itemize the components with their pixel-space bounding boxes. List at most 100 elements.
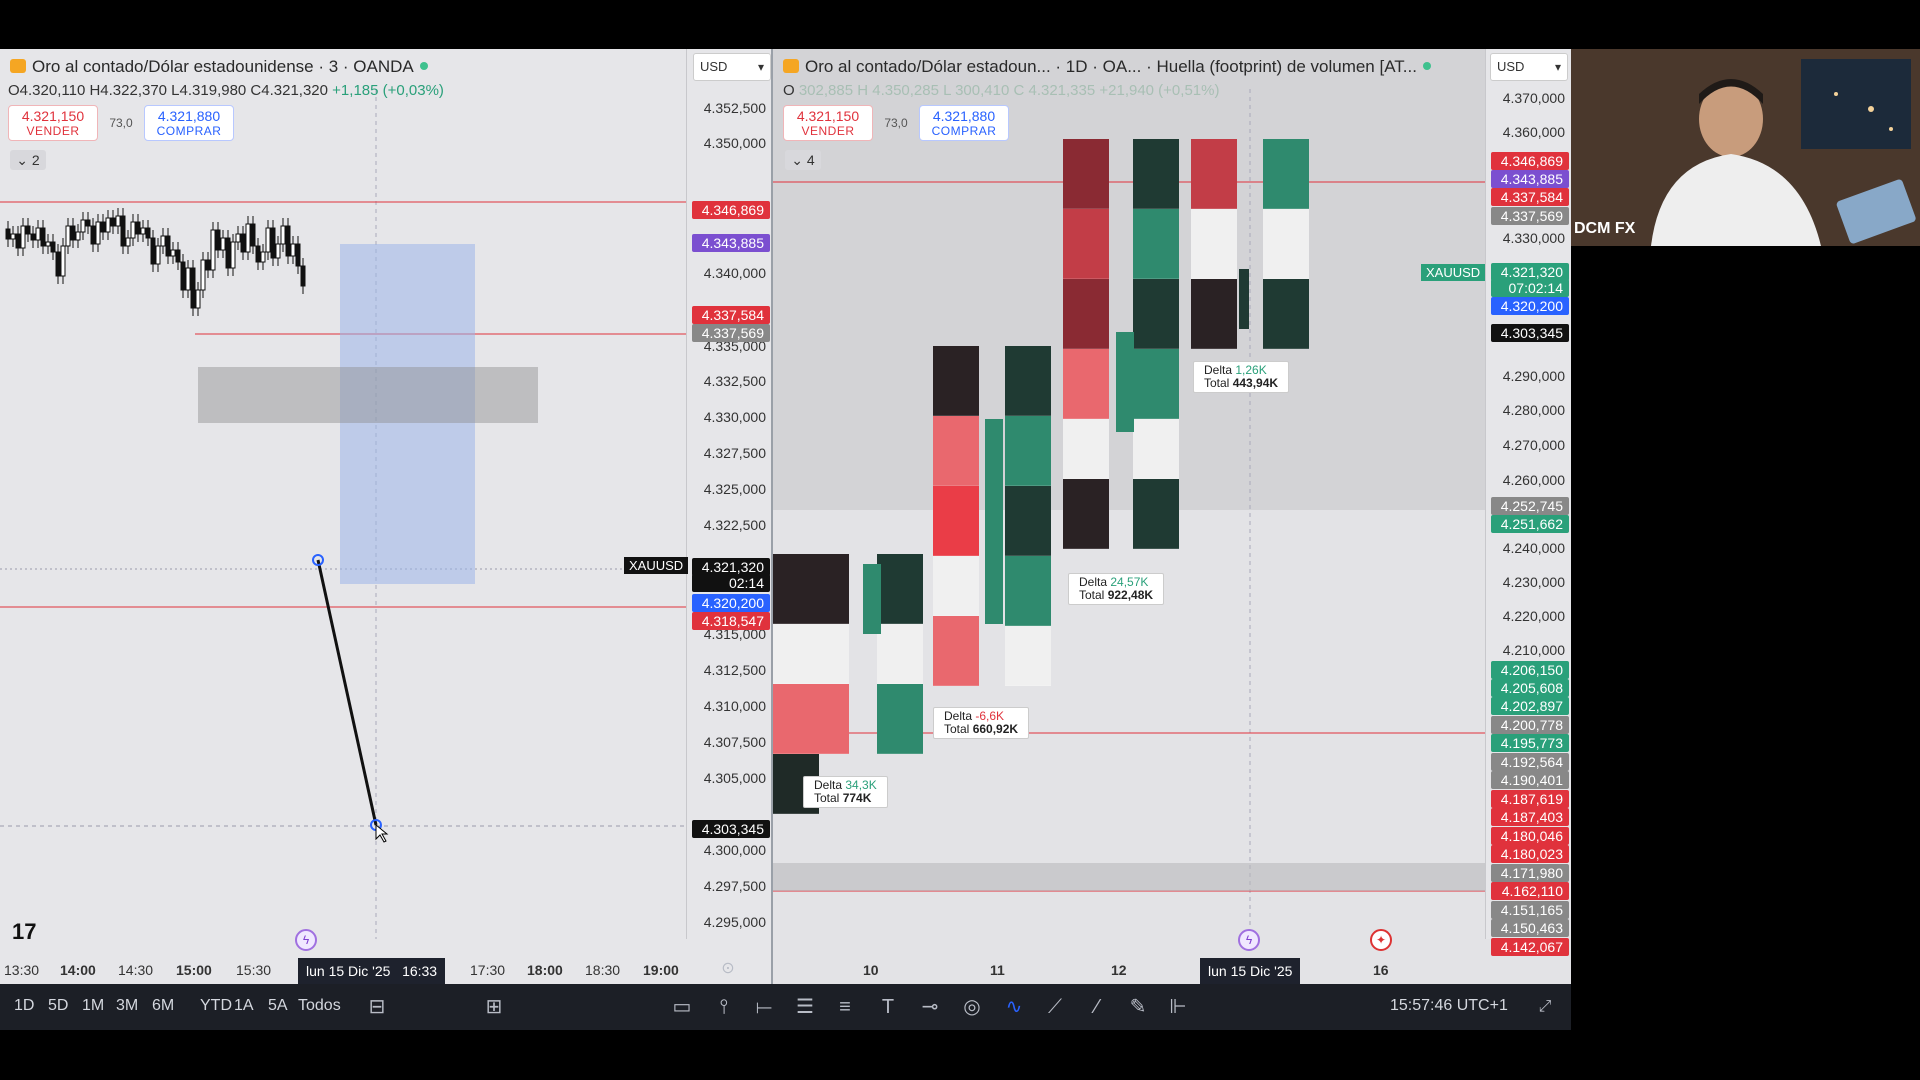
right-sell-button[interactable]: 4.321,150 VENDER xyxy=(783,105,873,141)
candle-body xyxy=(100,221,106,233)
left-indicators-collapse[interactable]: ⌄ 2 xyxy=(10,150,46,170)
left-buy-button[interactable]: 4.321,880 COMPRAR xyxy=(144,105,234,141)
candle-body xyxy=(140,227,146,235)
range-button-todos[interactable]: Todos xyxy=(298,997,341,1015)
footprint-cell xyxy=(1133,139,1179,209)
fullscreen-icon[interactable]: ⤢ xyxy=(1533,996,1557,1020)
range-button-5d[interactable]: 5D xyxy=(48,997,68,1015)
footprint-cell xyxy=(1063,419,1109,479)
footprint-candle-body xyxy=(1116,332,1134,432)
parallel-channel-icon[interactable]: ☰ xyxy=(793,996,817,1020)
right-indicators-collapse[interactable]: ⌄ 4 xyxy=(785,150,821,170)
candle-body xyxy=(255,245,261,263)
target-icon[interactable]: ◎ xyxy=(960,996,984,1020)
left-price-tag: 4.346,869 xyxy=(692,201,770,219)
right-y-tick: 4.370,000 xyxy=(1502,90,1565,106)
cursor-line-icon[interactable]: ⫯ xyxy=(712,996,736,1020)
footprint-cell xyxy=(1063,279,1109,349)
right-time-axis[interactable]: lun 15 Dic '25 10 11 12 16 xyxy=(773,958,1571,984)
left-price-chart[interactable] xyxy=(0,49,686,939)
left-event-flash-icon[interactable]: ϟ xyxy=(295,929,317,951)
range-button-1d[interactable]: 1D xyxy=(14,997,34,1015)
right-y-tick: 4.280,000 xyxy=(1502,402,1565,418)
horizontal-line-icon[interactable]: ⟝ xyxy=(752,996,776,1020)
candle-body xyxy=(40,227,46,247)
footprint-cell xyxy=(1133,479,1179,549)
right-price-tag: 4.206,150 xyxy=(1491,661,1569,679)
left-price-tag: 4.337,584 xyxy=(692,306,770,324)
candle-body xyxy=(80,219,86,233)
left-y-tick: 4.307,500 xyxy=(703,734,766,750)
left-spread: 73,0 xyxy=(109,116,133,130)
candle-body xyxy=(250,223,256,247)
extended-line-icon[interactable]: ⁄ xyxy=(1085,996,1109,1020)
delta-label: Delta xyxy=(944,709,976,723)
webcam-overlay xyxy=(1571,49,1920,246)
trend-line-icon[interactable]: ⟋ xyxy=(1043,996,1067,1020)
right-buy-button[interactable]: 4.321,880 COMPRAR xyxy=(919,105,1009,141)
candle-body xyxy=(75,231,81,241)
left-currency-select[interactable]: USD xyxy=(693,53,771,81)
total-row: Total 774K xyxy=(814,792,877,805)
candle-body xyxy=(230,241,236,269)
clock-display[interactable]: 15:57:46 UTC+1 xyxy=(1390,997,1508,1015)
left-y-tick: 4.332,500 xyxy=(703,373,766,389)
footprint-cell xyxy=(933,616,979,686)
footprint-cell xyxy=(1005,486,1051,556)
right-chart-title[interactable]: Oro al contado/Dólar estadoun... · 1D · … xyxy=(783,57,1431,77)
range-button-5a[interactable]: 5A xyxy=(268,997,288,1015)
range-button-3m[interactable]: 3M xyxy=(116,997,138,1015)
candle-body xyxy=(240,233,246,253)
candle-body xyxy=(135,221,141,235)
range-button-1m[interactable]: 1M xyxy=(82,997,104,1015)
left-time-axis[interactable]: lun 15 Dic '25 16:33 ⊙ 13:30 14:00 14:30 15… xyxy=(0,958,773,984)
right-x-label: 10 xyxy=(863,962,879,978)
select-box-icon[interactable]: ▭ xyxy=(670,996,694,1020)
range-button-1a[interactable]: 1A xyxy=(234,997,254,1015)
footprint-candle-body xyxy=(985,419,1003,624)
time-settings-icon[interactable]: ⊙ xyxy=(716,958,740,982)
left-chart-pane[interactable]: Oro al contado/Dólar estadounidense · 3 … xyxy=(0,49,773,984)
footprint-candle-body xyxy=(863,564,881,634)
right-price-tag: 4.180,023 xyxy=(1491,845,1569,863)
candle-body xyxy=(130,221,136,239)
right-price-axis[interactable]: USD 4.370,000 4.360,000 4.330,000 4.290,000… xyxy=(1485,49,1571,956)
left-sell-button[interactable]: 4.321,150 VENDER xyxy=(8,105,98,141)
candle-body xyxy=(280,225,286,245)
right-y-tick: 4.270,000 xyxy=(1502,437,1565,453)
candle-body xyxy=(190,267,196,309)
candle-body xyxy=(195,289,201,309)
left-price-axis[interactable]: USD 4.352,5004.350,0004.345,0004.342,500… xyxy=(686,49,772,939)
left-chart-title[interactable]: Oro al contado/Dólar estadounidense · 3 … xyxy=(10,57,428,77)
left-price-tag: 02:14 xyxy=(692,574,770,592)
compare-range-icon[interactable]: ⊟ xyxy=(365,996,389,1020)
measure-icon[interactable]: ⊩ xyxy=(1166,996,1190,1020)
left-y-tick: 4.312,500 xyxy=(703,662,766,678)
ray-tool-icon[interactable]: ⊸ xyxy=(918,996,942,1020)
layout-grid-icon[interactable]: ⊞ xyxy=(482,996,506,1020)
left-x-label: 19:00 xyxy=(643,962,679,978)
right-price-tag: 4.162,110 xyxy=(1491,882,1569,900)
total-row: Total 922,48K xyxy=(1079,589,1153,602)
candle-body xyxy=(70,225,76,241)
delta-value: -6,6K xyxy=(975,709,1005,723)
candle-body xyxy=(50,241,56,253)
us-flag-event-icon[interactable]: ✦ xyxy=(1370,929,1392,951)
right-x-label: 16 xyxy=(1373,962,1389,978)
right-event-flash-icon[interactable]: ϟ xyxy=(1238,929,1260,951)
candle-body xyxy=(220,237,226,251)
wave-pattern-icon[interactable]: ∿ xyxy=(1002,996,1026,1020)
range-button-6m[interactable]: 6M xyxy=(152,997,174,1015)
tradingview-logo[interactable]: 17 xyxy=(12,919,36,945)
text-tool-icon[interactable]: T xyxy=(876,996,900,1020)
fib-retracement-icon[interactable]: ≡ xyxy=(833,996,857,1020)
right-chart-pane[interactable]: Delta 34,3K Total 774K Delta -6,6K Total 66… xyxy=(773,49,1571,984)
left-crosshair-date: lun 15 Dic '25 16:33 xyxy=(298,958,446,984)
left-y-tick: 4.305,000 xyxy=(703,770,766,786)
candle-body xyxy=(15,233,21,249)
candle-body xyxy=(290,243,296,257)
bottom-toolbar: 15:57:46 UTC+1 ⤢ ⊟ ⊞ ▭ ⫯ ⟝ ☰ ≡ T ⊸ ◎ ∿ ⟋… xyxy=(0,984,1571,1030)
range-button-ytd[interactable]: YTD xyxy=(200,997,232,1015)
brush-icon[interactable]: ✎ xyxy=(1126,996,1150,1020)
right-currency-select[interactable]: USD xyxy=(1490,53,1568,81)
